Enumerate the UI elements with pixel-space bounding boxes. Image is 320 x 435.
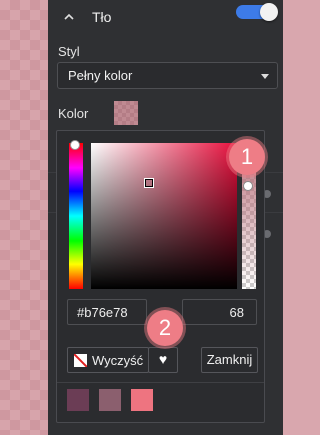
favorite-button[interactable]: ♥ [148,347,178,373]
alpha-slider-handle[interactable] [243,181,253,191]
style-label: Styl [58,44,80,59]
background-toggle[interactable] [236,3,278,21]
color-swatch[interactable] [114,101,138,125]
clear-button[interactable]: Wyczyść [67,347,149,373]
color-picker-popup: #b76e78 68 Wyczyść ♥ Zamknij [56,130,265,423]
color-cursor[interactable] [144,178,154,188]
hue-slider[interactable] [69,143,83,289]
popup-divider [57,382,264,383]
canvas-background [0,0,48,435]
hue-slider-handle[interactable] [70,140,80,150]
recent-color-swatch[interactable] [67,389,89,411]
annotation-badge-1: 1 [229,139,265,175]
close-button[interactable]: Zamknij [201,347,258,373]
heart-icon: ♥ [158,351,168,367]
hex-input[interactable]: #b76e78 [67,299,147,325]
alpha-input[interactable]: 68 [182,299,257,325]
annotation-badge-2: 2 [147,310,183,346]
saturation-value-area[interactable] [91,143,237,289]
recent-color-swatch[interactable] [99,389,121,411]
section-title: Tło [92,9,112,25]
no-color-icon [74,354,87,367]
style-select[interactable]: Pełny kolor [57,62,278,89]
chevron-down-icon [261,74,269,79]
color-label: Kolor [58,106,89,121]
chevron-up-icon[interactable] [64,12,74,22]
recent-color-swatch[interactable] [131,389,153,411]
clear-button-label: Wyczyść [92,353,144,368]
toggle-knob [260,3,278,21]
style-select-value: Pełny kolor [68,68,133,83]
background-section-header[interactable]: Tło [48,0,283,36]
